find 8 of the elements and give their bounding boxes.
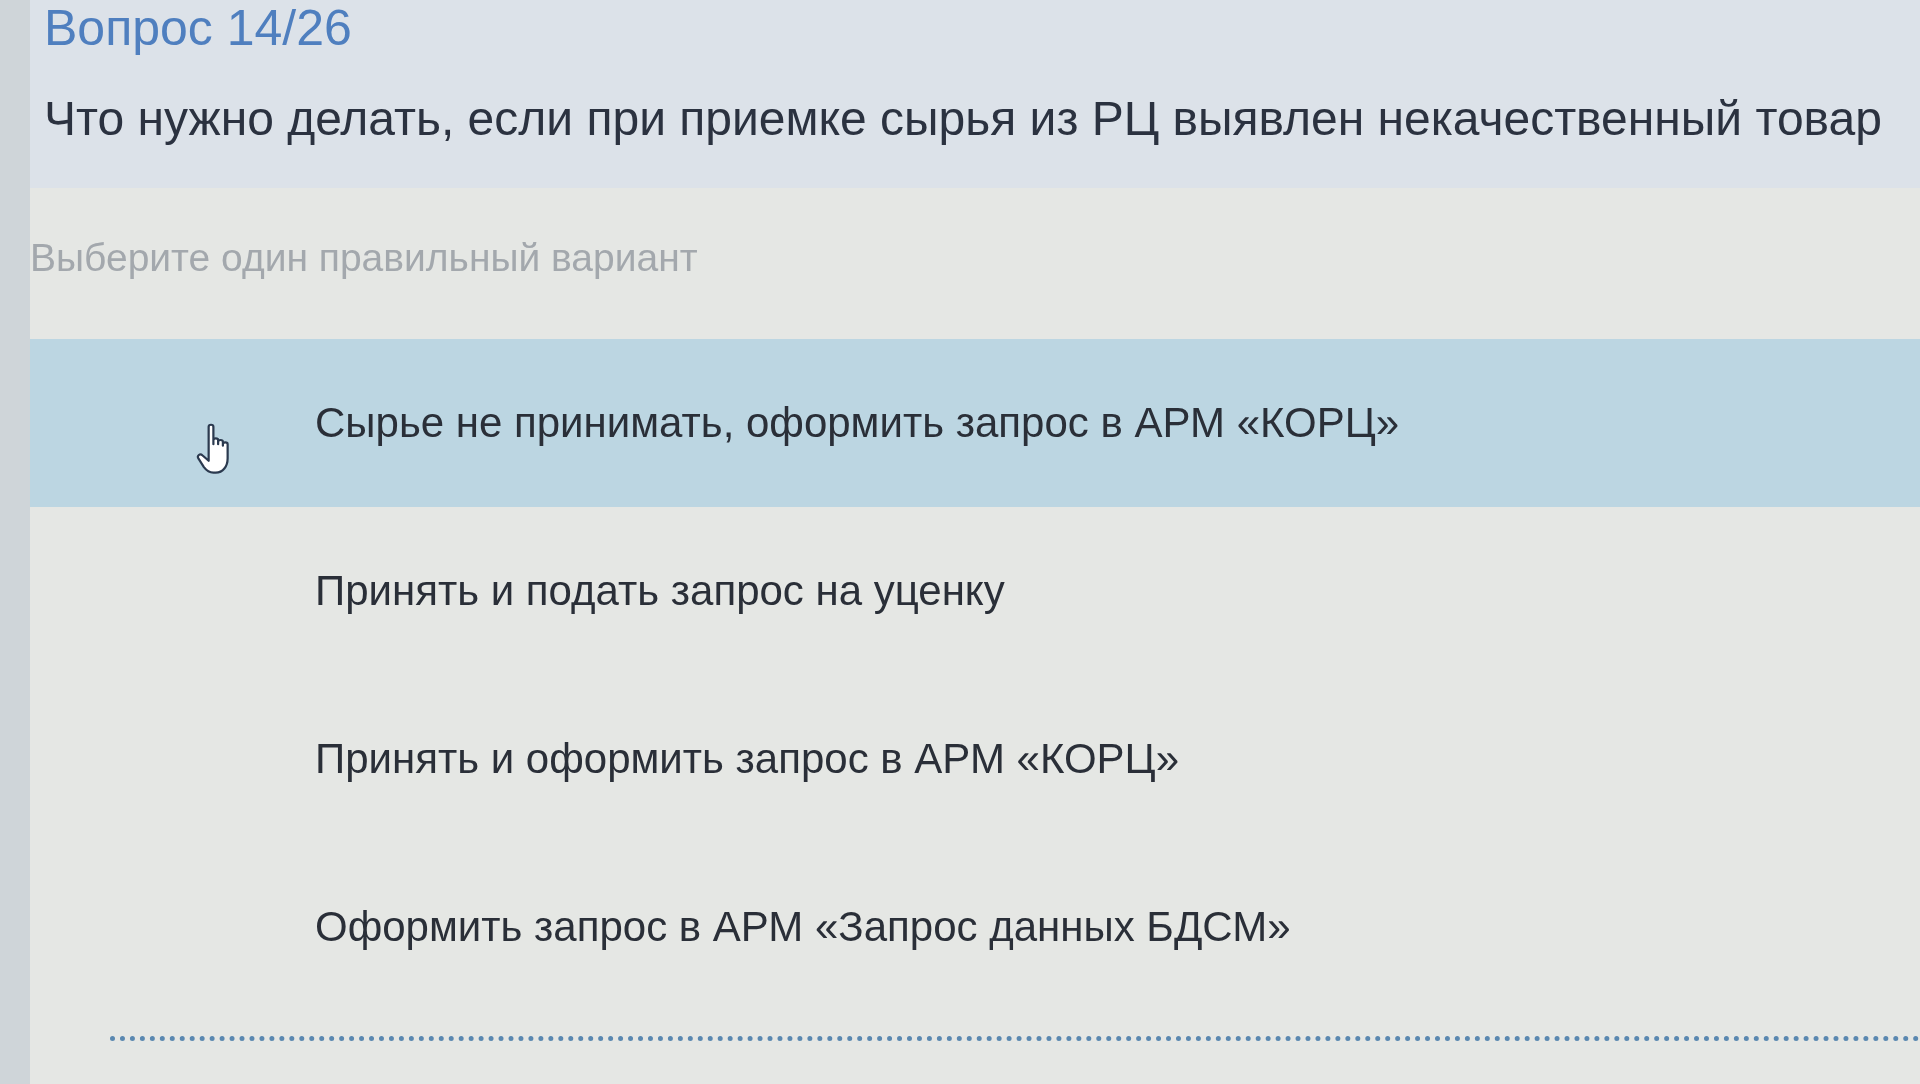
answer-option[interactable]: Принять и оформить запрос в АРМ «КОРЦ» xyxy=(30,675,1920,843)
answer-option[interactable]: Сырье не принимать, оформить запрос в АРМ «КОРЦ» xyxy=(30,339,1920,507)
instruction-text: Выберите один правильный вариант xyxy=(30,235,698,281)
hand-cursor-icon xyxy=(196,422,230,475)
question-counter: Вопрос 14/26 xyxy=(44,0,352,56)
answer-option[interactable]: Оформить запрос в АРМ «Запрос данных БДСМ» xyxy=(30,843,1920,1011)
question-text: Что нужно делать, если при приемке сырья из РЦ выявлен некачественный товар xyxy=(44,91,1882,147)
answer-option[interactable]: Принять и подать запрос на уценку xyxy=(30,507,1920,675)
